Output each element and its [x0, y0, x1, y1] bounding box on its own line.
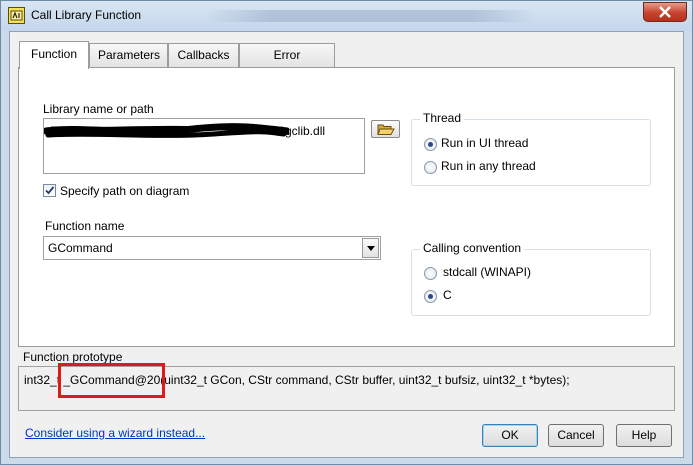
open-folder-icon	[376, 124, 395, 135]
cancel-button[interactable]: Cancel	[548, 424, 604, 447]
calling-convention-group-title: Calling convention	[420, 241, 525, 255]
c-convention-radio[interactable]	[424, 290, 437, 303]
function-name-label: Function name	[45, 219, 125, 233]
c-convention-label: C	[443, 288, 452, 302]
title-bar[interactable]: Call Library Function	[1, 1, 692, 31]
close-button[interactable]	[643, 2, 687, 22]
library-path-input[interactable]: gclib.dll	[43, 118, 365, 174]
run-in-any-thread-label: Run in any thread	[441, 159, 536, 173]
tab-error-checking[interactable]: Error Checking	[239, 43, 335, 84]
highlight-annotation-box	[58, 363, 165, 398]
thread-group: Thread Run in UI thread Run in any threa…	[411, 111, 651, 186]
tab-function-label: Function	[30, 47, 78, 61]
tab-callbacks-label: Callbacks	[177, 48, 230, 62]
function-name-dropdown-button[interactable]	[362, 238, 379, 258]
tab-function[interactable]: Function	[19, 41, 89, 69]
redacted-path-scribble	[44, 123, 289, 138]
tab-parameters-label: Parameters	[98, 48, 161, 62]
wizard-link[interactable]: Consider using a wizard instead...	[25, 426, 205, 440]
window-title: Call Library Function	[31, 8, 142, 22]
radio-selected-dot	[428, 294, 433, 299]
background-window-title-blur	[206, 10, 536, 22]
run-in-ui-thread-label: Run in UI thread	[441, 136, 529, 150]
function-prototype-label: Function prototype	[23, 350, 123, 364]
library-path-text: gclib.dll	[285, 124, 326, 138]
checkmark-icon	[45, 186, 55, 195]
function-name-value: GCommand	[48, 241, 113, 255]
specify-path-checkbox[interactable]	[43, 184, 56, 197]
browse-path-button[interactable]	[371, 120, 400, 138]
stdcall-label: stdcall (WINAPI)	[443, 265, 532, 279]
help-button[interactable]: Help	[616, 424, 672, 447]
dialog-window: Call Library Function Function Parameter…	[0, 0, 693, 465]
triangle-down-icon	[366, 245, 375, 251]
ok-button[interactable]: OK	[482, 424, 538, 447]
run-in-ui-thread-radio[interactable]	[424, 138, 437, 151]
run-in-any-thread-radio[interactable]	[424, 161, 437, 174]
close-icon	[659, 6, 671, 18]
cancel-button-label: Cancel	[557, 428, 595, 442]
ok-button-label: OK	[501, 428, 519, 442]
library-name-label: Library name or path	[43, 102, 154, 116]
function-tab-panel: Library name or path gclib.dll Specify p…	[18, 67, 675, 347]
function-name-select[interactable]: GCommand	[43, 236, 381, 260]
thread-group-title: Thread	[420, 111, 465, 125]
dialog-client-area: Function Parameters Callbacks Error Chec…	[9, 31, 684, 458]
specify-path-label: Specify path on diagram	[60, 184, 190, 198]
tab-parameters[interactable]: Parameters	[89, 43, 168, 67]
help-button-label: Help	[631, 428, 657, 442]
tab-callbacks[interactable]: Callbacks	[168, 43, 239, 67]
labview-app-icon	[8, 7, 25, 24]
stdcall-radio[interactable]	[424, 267, 437, 280]
radio-selected-dot	[428, 142, 433, 147]
calling-convention-group: Calling convention stdcall (WINAPI) C	[411, 241, 651, 316]
